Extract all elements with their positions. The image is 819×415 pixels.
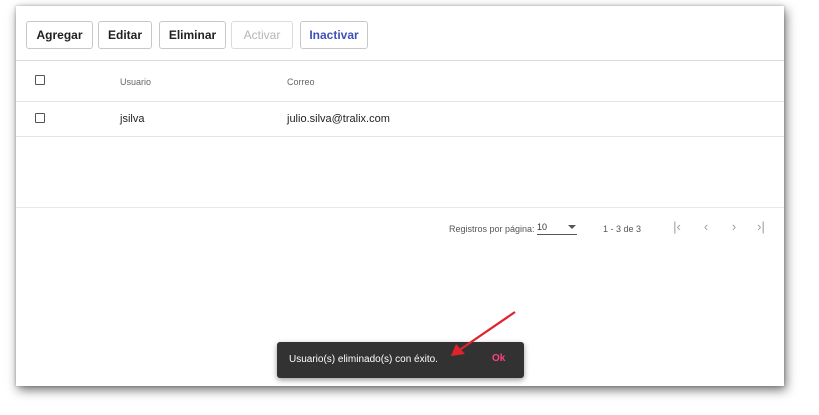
annotation-arrow-icon [451,311,516,356]
